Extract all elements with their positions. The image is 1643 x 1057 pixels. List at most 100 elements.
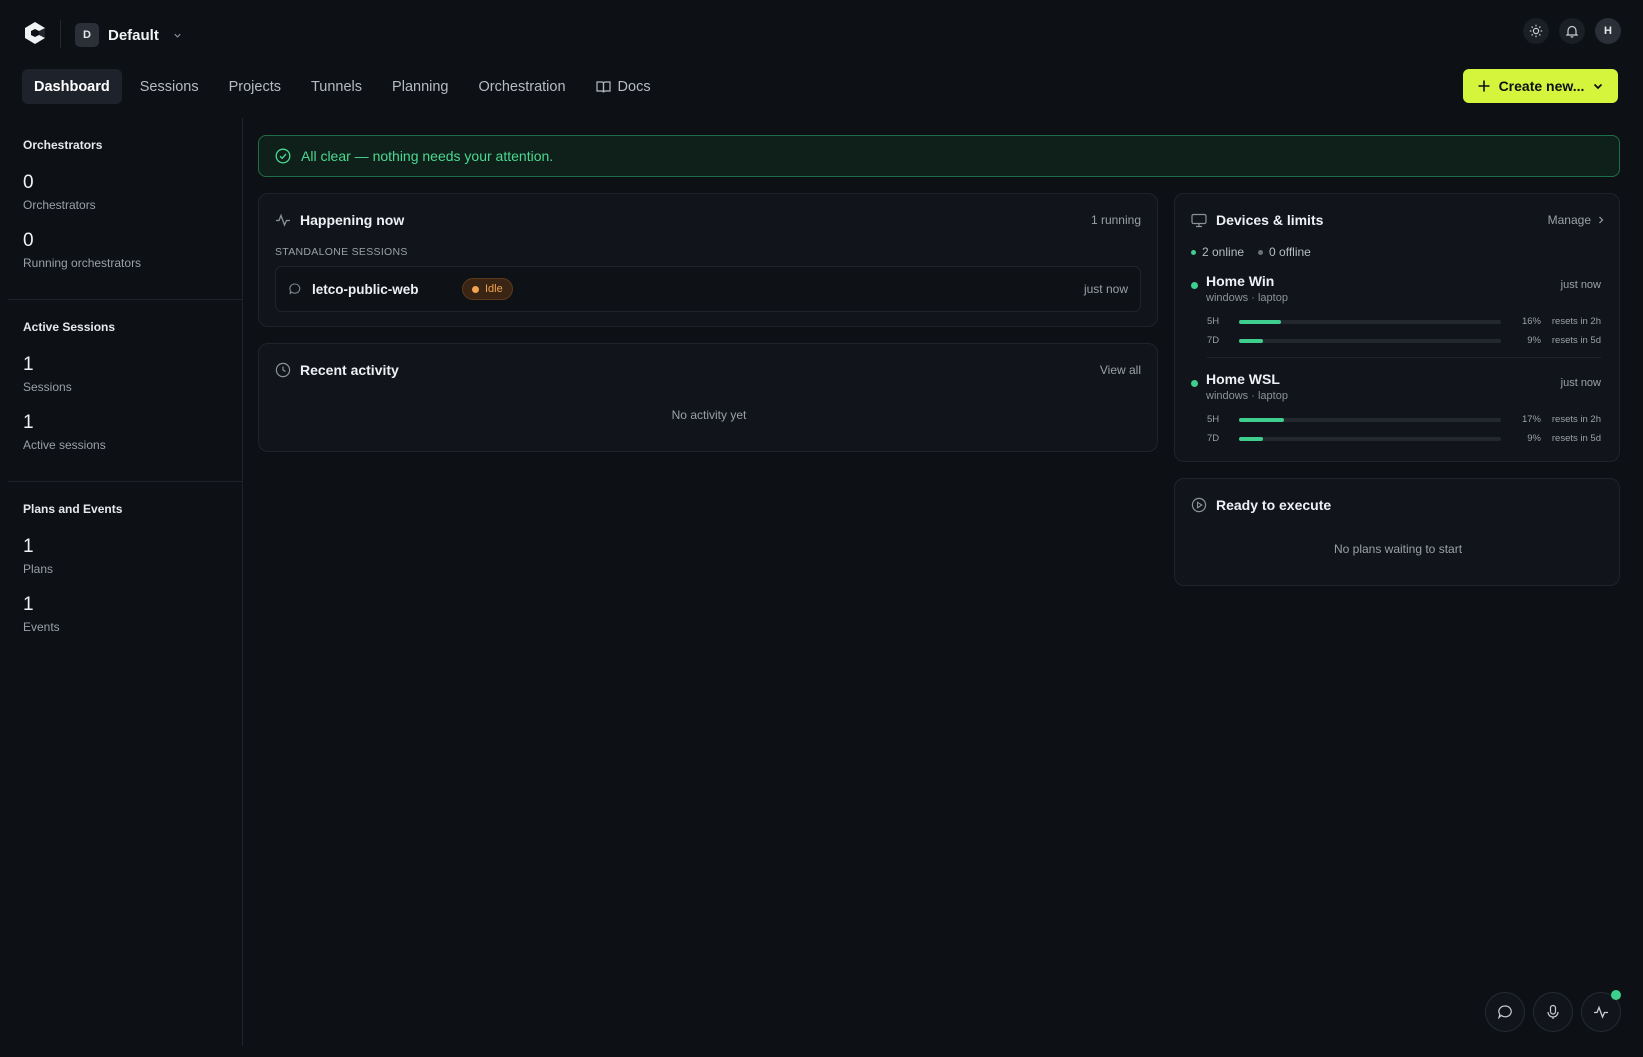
create-new-button[interactable]: Create new... (1463, 69, 1618, 103)
device-name: Home Win (1206, 273, 1275, 289)
limit-key: 5H (1207, 414, 1220, 425)
limit-row-7d: 7D 9% resets in 5d (1191, 331, 1601, 350)
limit-percent: 9% (1527, 335, 1541, 346)
app-logo-icon[interactable] (22, 20, 48, 46)
online-dot (1191, 249, 1196, 255)
workspace-name: Default (108, 26, 159, 44)
chevron-down-icon (174, 33, 181, 38)
stat-value: 1 (23, 354, 34, 375)
limit-percent: 17% (1521, 414, 1541, 425)
online-dot (1191, 380, 1198, 387)
user-avatar[interactable]: H (1595, 18, 1621, 44)
stat-active-sessions[interactable]: 1 Active sessions (23, 412, 227, 452)
device-header: Home Win windows · laptop just now (1191, 273, 1601, 304)
tab-dashboard[interactable]: Dashboard (22, 69, 122, 104)
chevron-right-icon (1599, 216, 1604, 224)
activity-icon (276, 213, 290, 227)
status-badge: Idle (462, 278, 513, 300)
device-divider (1207, 357, 1601, 358)
tab-label: Dashboard (34, 78, 110, 95)
tab-label: Orchestration (478, 78, 566, 95)
sun-icon (1529, 24, 1543, 38)
chat-bubble-icon (289, 283, 301, 295)
device-name: Home WSL (1206, 371, 1280, 387)
stat-value: 1 (23, 536, 34, 557)
card-title: Ready to execute (1216, 497, 1332, 513)
tab-planning[interactable]: Planning (380, 69, 460, 104)
chevron-down-icon (1594, 83, 1603, 90)
section-title: Orchestrators (23, 138, 103, 152)
card-title: Happening now (300, 212, 405, 228)
stat-events[interactable]: 1 Events (23, 594, 227, 634)
tab-label: Tunnels (310, 78, 363, 95)
theme-toggle-button[interactable] (1523, 18, 1549, 44)
limit-bar (1239, 319, 1501, 324)
limit-percent: 9% (1527, 433, 1541, 444)
clock-icon (275, 362, 291, 378)
tab-label: Docs (617, 78, 651, 95)
manage-label: Manage (1547, 213, 1591, 227)
voice-fab-button[interactable] (1533, 992, 1573, 1032)
stat-value: 0 (23, 172, 34, 193)
stat-sessions[interactable]: 1 Sessions (23, 354, 227, 394)
happening-now-card: Happening now 1 running STANDALONE SESSI… (258, 193, 1158, 327)
header-divider (60, 20, 61, 48)
stat-label: Active sessions (23, 438, 106, 452)
device-item[interactable]: Home Win windows · laptop just now 5H 16… (1191, 273, 1601, 350)
devices-limits-card: Devices & limits Manage 2 online 0 offli… (1174, 193, 1620, 462)
online-count: 2 online (1191, 245, 1244, 259)
workspace-switcher[interactable]: D Default (75, 22, 183, 48)
stat-plans[interactable]: 1 Plans (23, 536, 227, 576)
workspace-badge: D (75, 23, 99, 47)
limit-bar-fill (1239, 338, 1263, 343)
tab-docs[interactable]: Docs (584, 69, 663, 104)
stat-label: Plans (23, 562, 54, 576)
device-subtitle: windows · laptop (1206, 292, 1288, 304)
device-info: Home WSL windows · laptop (1206, 371, 1288, 402)
limit-row-5h: 5H 16% resets in 2h (1191, 312, 1601, 331)
limit-reset: resets in 5d (1551, 433, 1601, 444)
plus-icon (1478, 80, 1490, 92)
microphone-icon (1547, 1004, 1559, 1019)
device-info: Home Win windows · laptop (1206, 273, 1288, 304)
create-new-label: Create new... (1498, 78, 1585, 94)
header-actions: H (1523, 18, 1621, 44)
device-summary: 2 online 0 offline (1191, 245, 1311, 259)
bell-icon (1565, 25, 1579, 38)
play-circle-icon (1191, 497, 1207, 513)
tab-orchestration[interactable]: Orchestration (466, 69, 577, 104)
tab-sessions[interactable]: Sessions (128, 69, 211, 104)
stat-value: 1 (23, 412, 34, 433)
limit-key: 5H (1207, 316, 1220, 327)
notifications-button[interactable] (1559, 18, 1585, 44)
device-time: just now (1560, 377, 1601, 389)
session-row[interactable]: letco-public-web Idle just now (275, 266, 1141, 312)
device-item[interactable]: Home WSL windows · laptop just now 5H 17… (1191, 371, 1601, 448)
device-subtitle: windows · laptop (1206, 390, 1288, 402)
stat-orchestrators[interactable]: 0 Orchestrators (23, 172, 227, 212)
offline-dot (1258, 249, 1264, 255)
limit-row-5h: 5H 17% resets in 2h (1191, 410, 1601, 429)
chat-fab-button[interactable] (1485, 992, 1525, 1032)
empty-state: No plans waiting to start (1333, 542, 1463, 556)
card-header: Happening now 1 running (275, 212, 1141, 228)
device-limits: 5H 16% resets in 2h 7D 9% resets in 5d (1191, 312, 1601, 350)
view-all-link[interactable]: View all (1100, 363, 1141, 377)
manage-link[interactable]: Manage (1548, 213, 1605, 227)
device-time: just now (1560, 279, 1601, 291)
card-header: Ready to execute (1191, 497, 1605, 513)
recent-activity-card: Recent activity View all No activity yet (258, 343, 1158, 452)
stat-label: Running orchestrators (23, 256, 142, 270)
ready-to-execute-card: Ready to execute No plans waiting to sta… (1174, 478, 1620, 586)
tab-tunnels[interactable]: Tunnels (299, 69, 374, 104)
limit-bar (1239, 338, 1501, 343)
stat-label: Orchestrators (23, 198, 96, 212)
book-icon (595, 80, 611, 93)
device-header: Home WSL windows · laptop just now (1191, 371, 1601, 402)
tab-label: Planning (392, 78, 449, 95)
tab-label: Sessions (139, 78, 199, 95)
offline-label: 0 offline (1269, 245, 1311, 259)
stat-running-orchestrators[interactable]: 0 Running orchestrators (23, 230, 227, 270)
tab-projects[interactable]: Projects (217, 69, 293, 104)
main-nav: Dashboard Sessions Projects Tunnels Plan… (22, 69, 663, 104)
